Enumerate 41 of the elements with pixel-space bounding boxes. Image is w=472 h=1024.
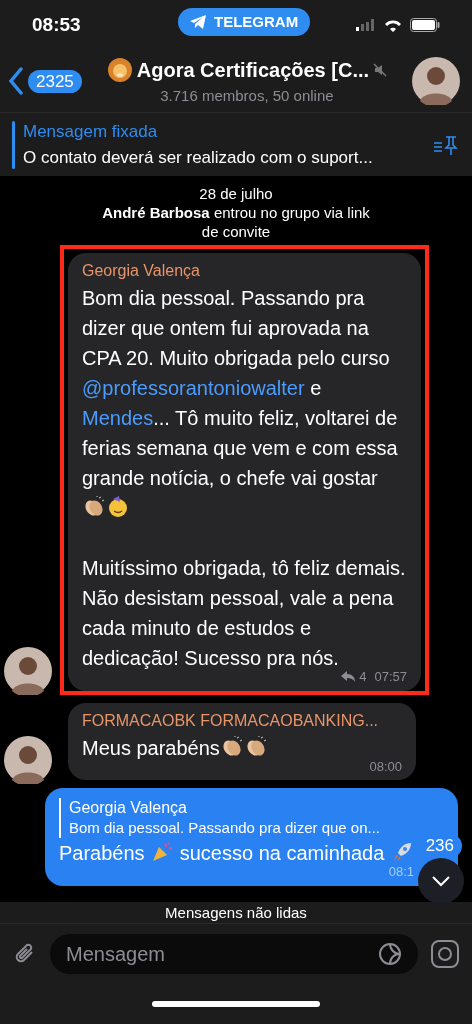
mention-link[interactable]: Mendes xyxy=(82,407,154,429)
pinned-message[interactable]: O contato deverá ser realizado com o suport... xyxy=(23,144,424,170)
share-arrow-icon xyxy=(341,671,356,683)
sticker-icon[interactable] xyxy=(378,942,402,966)
sender-name[interactable]: FORMACAOBK FORMACAOBANKING... xyxy=(82,708,402,733)
date-label: 28 de julho xyxy=(199,184,273,203)
wifi-icon xyxy=(384,18,402,32)
party-face-icon xyxy=(107,496,129,518)
message-field[interactable]: Mensagem xyxy=(50,934,418,974)
chat-subtitle: 3.716 membros, 50 online xyxy=(160,85,334,106)
message-time: 07:57 xyxy=(374,668,407,686)
camera-icon[interactable] xyxy=(430,939,460,969)
mention-link[interactable]: @professorantoniowalter xyxy=(82,377,305,399)
reply-sender: Georgia Valença xyxy=(69,798,188,818)
forward-count: 4 xyxy=(359,668,367,686)
unread-count-badge[interactable]: 2325 xyxy=(28,69,82,93)
pinned-label: Mensagem fixada xyxy=(23,121,159,143)
back-icon[interactable] xyxy=(8,67,24,95)
avatar[interactable] xyxy=(4,646,52,695)
avatar[interactable] xyxy=(412,57,460,105)
paper-plane-icon xyxy=(190,15,206,29)
reply-quote[interactable]: Bom dia pessoal. Passando pra dizer que on... xyxy=(69,818,381,838)
unread-divider: Mensagens não lidas xyxy=(165,903,307,923)
telegram-pill[interactable]: TELEGRAM xyxy=(178,8,311,36)
clapping-hands-icon xyxy=(83,496,105,518)
message-text: Bom dia pessoal. Passando pra dizer que ontem fui aprovada na CPA 20. Muito obrigada pelo curso @professorantoniowalter e Mendes... Tô muito feliz, voltarei de ferias semana que vem e com essa grande notícia, o chefe vai gostar Muitíssimo obrigada, tô feliz demais. Não desistam pessoal, vale a pena cada minuto de estudos e dedicação! Sucesso pra nós. xyxy=(82,286,407,671)
clapping-hands-icon xyxy=(244,735,267,758)
clapping-hands-icon xyxy=(220,735,243,758)
message-time: 08:1 xyxy=(388,863,414,881)
scroll-down-button[interactable] xyxy=(418,858,464,904)
signal-icon xyxy=(356,19,376,31)
service-message: André Barbosa entrou no grupo via link de convite xyxy=(101,203,371,241)
party-popper-icon xyxy=(151,841,174,863)
chevron-down-icon xyxy=(431,875,451,887)
battery-icon xyxy=(410,18,440,32)
message-input[interactable]: Mensagem xyxy=(66,939,378,969)
sender-name[interactable]: Georgia Valença xyxy=(82,259,407,283)
chat-title: Agora Certificações [C... xyxy=(136,57,370,83)
message-bubble[interactable]: FORMACAOBK FORMACAOBANKING... Meus parabéns 08:00 xyxy=(68,702,416,780)
status-time: 08:53 xyxy=(32,12,81,37)
avatar[interactable] xyxy=(4,736,52,784)
